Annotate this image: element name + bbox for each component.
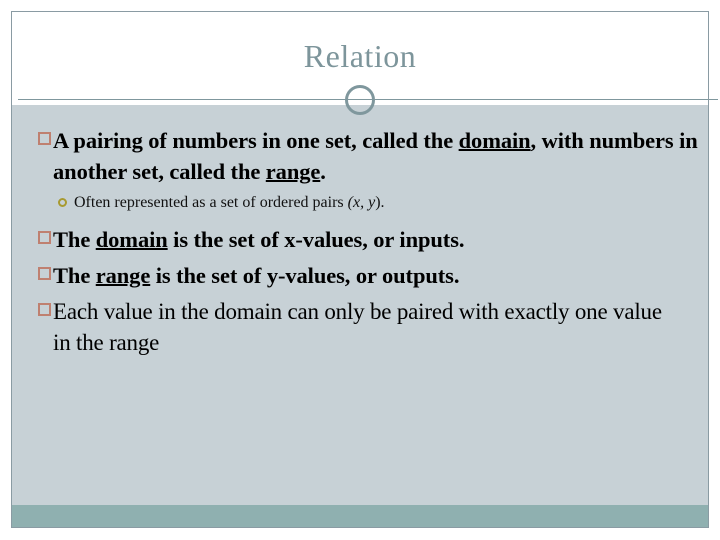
page-title: Relation [303,38,417,74]
bullet-text: Each value in the domain can only be pai… [53,299,662,355]
bullet-text-part: The [53,227,96,252]
bullet-text-part: A pairing of numbers in one set, called … [53,128,459,153]
square-bullet-icon [38,303,51,316]
bullet-text: A pairing of numbers in one set, called … [53,125,698,187]
footer-accent-bar [12,505,708,528]
list-item: The range is the set of y-values, or out… [38,260,698,291]
bullet-text: The domain is the set of x-values, or in… [53,224,464,255]
sub-bullet-text-part: ). [375,194,385,211]
bullet-text-part: is the set of y-values, or outputs. [150,263,460,288]
slide-canvas: Relation A pairing of numbers in one set… [0,0,720,540]
keyword-domain: domain [95,227,168,252]
sub-bullet-text: Often represented as a set of ordered pa… [74,192,385,214]
list-item: The domain is the set of x-values, or in… [38,224,698,255]
sub-bullet-text-part: Often represented as a set of ordered pa… [74,194,348,211]
bullet-text-part: . [320,159,326,184]
keyword-range: range [265,159,321,184]
keyword-domain: domain [458,128,531,153]
content-area: A pairing of numbers in one set, called … [12,105,708,505]
ordered-pair-italic: (x, y [347,194,376,211]
square-bullet-icon [38,231,51,244]
bullet-text-part: The [53,263,96,288]
list-item: Each value in the domain can only be pai… [38,296,678,358]
square-bullet-icon [38,267,51,280]
list-item: A pairing of numbers in one set, called … [38,125,698,187]
circle-bullet-icon [58,198,67,207]
list-item-sub: Often represented as a set of ordered pa… [58,192,678,214]
bullet-text: The range is the set of y-values, or out… [53,260,459,291]
keyword-range: range [95,263,151,288]
bullet-text-part: is the set of x-values, or inputs. [167,227,465,252]
square-bullet-icon [38,132,51,145]
